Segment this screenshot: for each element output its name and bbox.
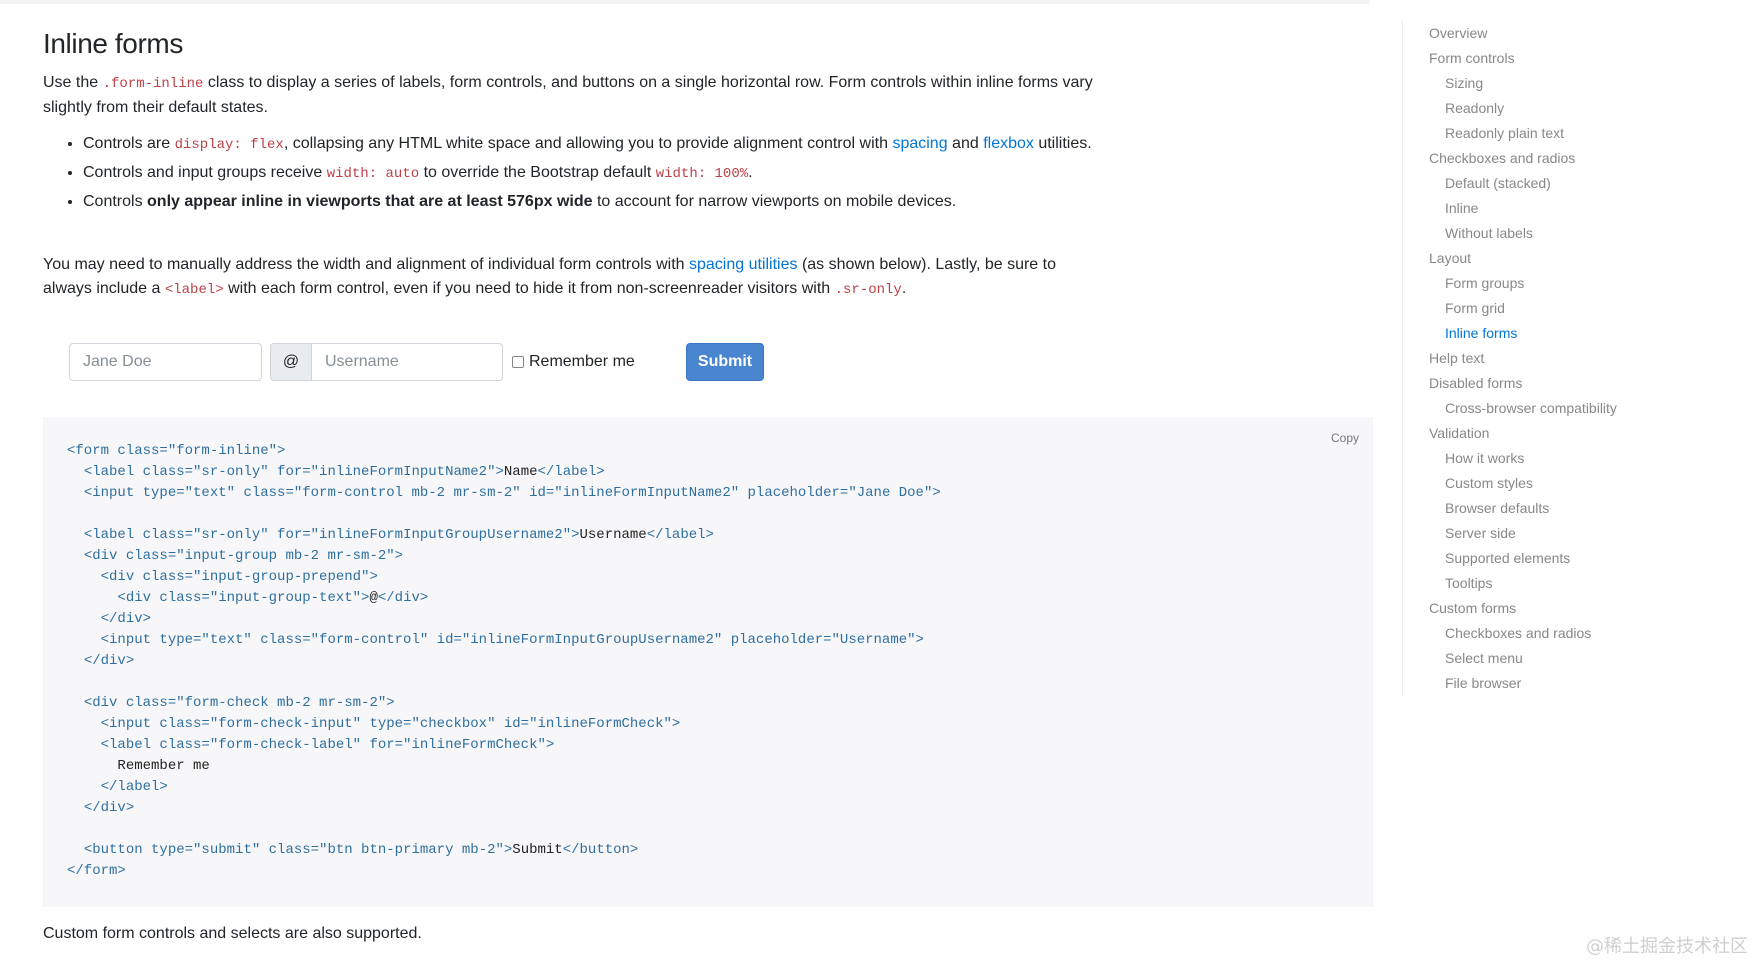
code-line: <button type="submit" class="btn btn-pri…: [83, 842, 513, 858]
second-paragraph: You may need to manually address the wid…: [43, 253, 1103, 302]
code-line: <div class="input-group-text">: [117, 590, 370, 606]
toc-item-checkboxes-and-radios[interactable]: Checkboxes and radios: [1429, 150, 1575, 166]
toc-item-validation[interactable]: Validation: [1429, 425, 1489, 441]
list-text: to override the Bootstrap default: [419, 164, 656, 181]
copy-button[interactable]: Copy: [1331, 431, 1359, 445]
intro-paragraph: Use the .form-inline class to display a …: [43, 71, 1103, 120]
code-line: </div>: [377, 590, 429, 606]
toc-item-help-text[interactable]: Help text: [1429, 350, 1484, 366]
list-text: .: [748, 164, 753, 181]
toc-item-custom-forms[interactable]: Custom forms: [1429, 600, 1516, 616]
intro-code: .form-inline: [102, 76, 204, 92]
toc-item-inline-forms[interactable]: Inline forms: [1445, 325, 1517, 341]
toc-sidebar: Overview Form controls Sizing Readonly R…: [1402, 20, 1723, 696]
intro-text: Use the: [43, 74, 103, 91]
code-text: @: [369, 590, 378, 606]
code-line: <div class="input-group mb-2 mr-sm-2">: [83, 548, 404, 564]
list-text: Controls are: [83, 135, 175, 152]
code-line: <input type="text" class="form-control" …: [100, 632, 924, 648]
code-line: </label>: [537, 464, 605, 480]
list-item: Controls and input groups receive width:…: [83, 161, 1103, 186]
toc-item-select-menu[interactable]: Select menu: [1445, 650, 1523, 666]
submit-button[interactable]: Submit: [686, 343, 764, 381]
code-line: </div>: [83, 800, 135, 816]
toc-item-custom-styles[interactable]: Custom styles: [1445, 475, 1533, 491]
input-group-prepend: @: [270, 343, 312, 381]
list-item: Controls only appear inline in viewports…: [83, 190, 1103, 214]
para-code: .sr-only: [834, 282, 902, 298]
list-strong: only appear inline in viewports that are…: [147, 193, 593, 210]
code-line: <input class="form-check-input" type="ch…: [100, 716, 681, 732]
code-line: </label>: [100, 779, 168, 795]
code-line: </button>: [562, 842, 639, 858]
list-text: and: [947, 135, 984, 152]
toc-item-without-labels[interactable]: Without labels: [1445, 225, 1533, 241]
toc-item-browser-defaults[interactable]: Browser defaults: [1445, 500, 1549, 516]
page-title: Inline forms: [43, 28, 183, 59]
toc-item-cross-browser[interactable]: Cross-browser compatibility: [1445, 400, 1617, 416]
spacing-link[interactable]: spacing: [892, 135, 947, 152]
code-line: <label class="sr-only" for="inlineFormIn…: [83, 464, 504, 480]
code-line: <form class="form-inline">: [67, 443, 286, 459]
code-text: Username: [579, 527, 647, 543]
top-border: [0, 0, 1370, 4]
toc-item-disabled-forms[interactable]: Disabled forms: [1429, 375, 1522, 391]
toc-item-supported-elements[interactable]: Supported elements: [1445, 550, 1570, 566]
toc-item-layout[interactable]: Layout: [1429, 250, 1471, 266]
list-text: Controls and input groups receive: [83, 164, 327, 181]
code-line: </label>: [646, 527, 714, 543]
list-code: width: auto: [326, 166, 420, 182]
toc-item-server-side[interactable]: Server side: [1445, 525, 1516, 541]
list-text: utilities.: [1033, 135, 1092, 152]
toc-item-form-controls[interactable]: Form controls: [1429, 50, 1515, 66]
para-text: .: [901, 280, 907, 297]
toc-item-how-it-works[interactable]: How it works: [1445, 450, 1524, 466]
toc-item-sizing[interactable]: Sizing: [1445, 75, 1483, 91]
list-code: width: 100%: [655, 166, 749, 182]
toc-item-tooltips[interactable]: Tooltips: [1445, 575, 1492, 591]
code-line: <div class="input-group-prepend">: [100, 569, 378, 585]
list-text: to account for narrow viewports on mobil…: [592, 193, 957, 210]
toc-item-inline[interactable]: Inline: [1445, 200, 1478, 216]
code-text: Name: [503, 464, 538, 480]
toc-item-default-stacked[interactable]: Default (stacked): [1445, 175, 1551, 191]
list-text: , collapsing any HTML white space and al…: [283, 135, 893, 152]
remember-label: Remember me: [529, 353, 635, 370]
code-line: </form>: [67, 863, 126, 879]
code-line: </div>: [83, 653, 135, 669]
code-text: Remember me: [117, 758, 210, 774]
code-listing: <form class="form-inline"> <label class=…: [67, 441, 941, 882]
code-line: <input type="text" class="form-control m…: [83, 485, 941, 501]
list-item: Controls are display: flex, collapsing a…: [83, 132, 1103, 157]
flexbox-link[interactable]: flexbox: [983, 135, 1034, 152]
toc-item-overview[interactable]: Overview: [1429, 25, 1487, 41]
toc-item-file-browser[interactable]: File browser: [1445, 675, 1521, 691]
list-code: display: flex: [174, 137, 284, 153]
list-text: Controls: [83, 193, 148, 210]
code-block: Copy <form class="form-inline"> <label c…: [43, 417, 1373, 907]
code-line: <div class="form-check mb-2 mr-sm-2">: [83, 695, 395, 711]
toc-item-custom-checkboxes[interactable]: Checkboxes and radios: [1445, 625, 1591, 641]
toc-item-readonly[interactable]: Readonly: [1445, 100, 1504, 116]
para-code: <label>: [164, 282, 224, 298]
remember-checkbox-group[interactable]: Remember me: [512, 343, 642, 381]
footer-text: Custom form controls and selects are als…: [43, 925, 422, 942]
code-line: <label class="sr-only" for="inlineFormIn…: [83, 527, 580, 543]
code-text: Submit: [512, 842, 563, 858]
username-input[interactable]: Username: [311, 343, 503, 381]
inline-form-example: Jane Doe @ Username Remember me Submit: [69, 343, 969, 383]
toc-item-readonly-plain-text[interactable]: Readonly plain text: [1445, 125, 1564, 141]
para-text: You may need to manually address the wid…: [43, 256, 689, 273]
remember-checkbox[interactable]: [512, 356, 524, 368]
name-input[interactable]: Jane Doe: [69, 343, 262, 381]
features-list: Controls are display: flex, collapsing a…: [43, 132, 1103, 218]
watermark: @稀土掘金技术社区: [1586, 936, 1748, 957]
code-line: <label class="form-check-label" for="inl…: [100, 737, 555, 753]
toc-item-form-groups[interactable]: Form groups: [1445, 275, 1524, 291]
code-line: </div>: [100, 611, 152, 627]
spacing-utilities-link[interactable]: spacing utilities: [689, 256, 798, 273]
toc-item-form-grid[interactable]: Form grid: [1445, 300, 1505, 316]
para-text: with each form control, even if you need…: [223, 280, 835, 297]
